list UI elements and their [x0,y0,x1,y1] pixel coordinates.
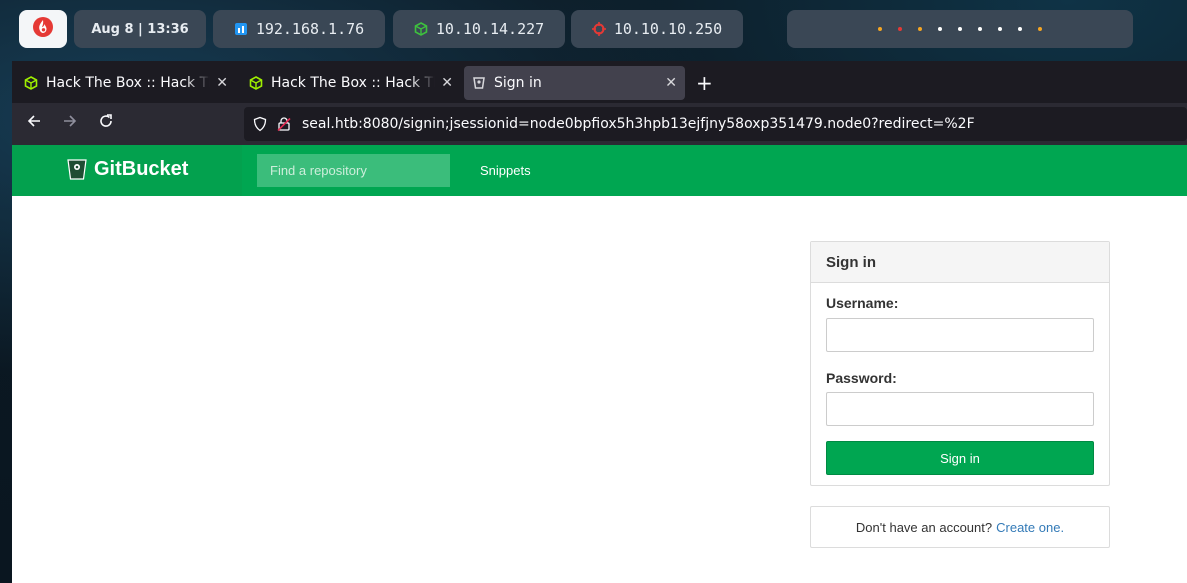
local-ip-widget[interactable]: 192.168.1.76 [213,10,385,48]
workspace-dot-2[interactable] [898,27,902,31]
workspace-dot-8[interactable] [1018,27,1022,31]
shield-icon[interactable] [252,116,268,132]
workspace-dot-9[interactable] [1038,27,1042,31]
clock-text: Aug 8 | 13:36 [91,21,189,37]
reload-icon[interactable] [98,113,114,134]
htb-cube-icon [24,76,38,90]
target-ip-widget[interactable]: 10.10.10.250 [571,10,743,48]
gitbucket-icon [472,76,486,90]
register-prompt: Don't have an account? [855,519,993,535]
vpn-ip-widget[interactable]: 10.10.14.227 [393,10,565,48]
navigation-toolbar: seal.htb:8080/signin;jsessionid=node0bpf… [12,103,1187,145]
local-ip-text: 192.168.1.76 [255,20,365,38]
create-account-link[interactable]: Create one. [996,520,1064,535]
tab-title: Sign in [494,75,542,91]
htb-cube-icon [414,22,428,36]
register-panel: Don't have an account? Create one. [810,506,1110,548]
workspace-dot-7[interactable] [998,27,1002,31]
tab-strip: Hack The Box :: Hack The Box ✕ Hack The … [12,61,1187,103]
tab-title: Hack The Box :: Hack The Box [46,75,210,91]
tab-htb-2[interactable]: Hack The Box :: Hack The Box ✕ [241,66,461,100]
clock[interactable]: Aug 8 | 13:36 [74,10,206,48]
app-menu-button[interactable] [19,10,67,48]
brand-name: GitBucket [94,157,189,180]
new-tab-button[interactable]: + [696,71,713,95]
vpn-ip-text: 10.10.14.227 [435,20,545,38]
forward-arrow-icon[interactable] [62,113,78,134]
workspace-dot-1[interactable] [878,27,882,31]
tab-htb-1[interactable]: Hack The Box :: Hack The Box ✕ [16,66,236,100]
sign-in-panel: Sign in Username: Password: Sign in [810,241,1110,486]
workspace-dot-3[interactable] [918,27,922,31]
tab-title: Hack The Box :: Hack The Box [271,75,435,91]
gitbucket-page: GitBucket Snippets Sign in Username: Pas… [12,145,1187,583]
gitbucket-home-link[interactable]: GitBucket [66,157,188,181]
workspace-dot-6[interactable] [978,27,982,31]
sign-in-button[interactable]: Sign in [826,441,1094,475]
back-arrow-icon[interactable] [26,113,42,134]
snippets-link[interactable]: Snippets [480,163,531,178]
url-bar[interactable]: seal.htb:8080/signin;jsessionid=node0bpf… [244,107,1187,141]
close-tab-icon[interactable]: ✕ [216,75,228,91]
browser-window: Hack The Box :: Hack The Box ✕ Hack The … [12,61,1187,583]
username-label: Username: [826,295,899,311]
password-label: Password: [826,370,897,386]
username-field[interactable] [826,318,1094,352]
sign-in-title: Sign in [811,242,1109,283]
close-tab-icon[interactable]: ✕ [665,75,677,91]
top-panel: Aug 8 | 13:36 192.168.1.76 10.10.14.227 … [0,0,1187,58]
flame-icon [32,16,54,42]
workspace-switcher[interactable] [787,10,1133,48]
target-icon [591,22,606,36]
repository-search-input[interactable] [257,154,450,187]
workspace-dot-4[interactable] [938,27,942,31]
tab-sign-in[interactable]: Sign in ✕ [464,66,685,100]
url-text: seal.htb:8080/signin;jsessionid=node0bpf… [302,116,975,132]
gitbucket-header: GitBucket Snippets [12,145,1187,196]
gitbucket-logo-icon [66,157,88,181]
password-field[interactable] [826,392,1094,426]
htb-cube-icon [249,76,263,90]
network-icon [234,22,248,36]
insecure-lock-icon[interactable] [276,116,292,132]
close-tab-icon[interactable]: ✕ [441,75,453,91]
target-ip-text: 10.10.10.250 [613,20,723,38]
workspace-dot-5[interactable] [958,27,962,31]
